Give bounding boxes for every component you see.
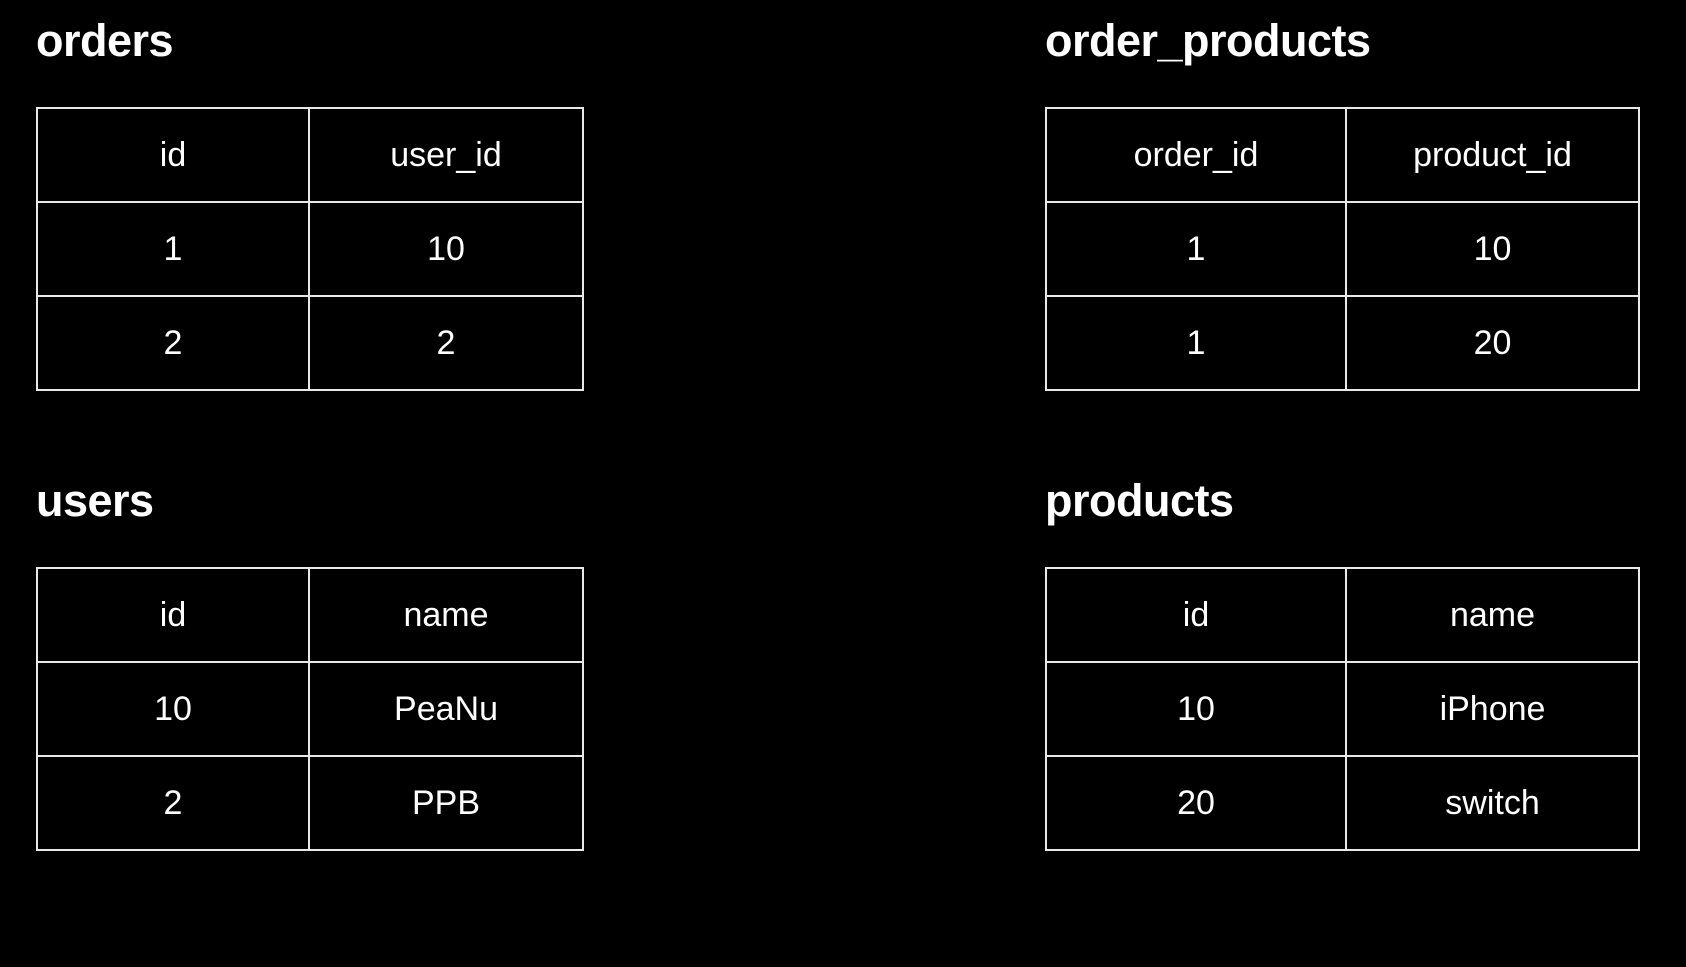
table-header-row: id user_id xyxy=(36,107,584,203)
table-block-products: products id name 10 iPhone 20 switch xyxy=(1045,478,1640,851)
table-order-products: order_id product_id 1 10 1 20 xyxy=(1045,107,1640,391)
table-row: 2 2 xyxy=(36,295,584,391)
column-header-user-id: user_id xyxy=(308,107,584,203)
table-title-order-products: order_products xyxy=(1045,15,1371,66)
slide-canvas: orders id user_id 1 10 2 2 order_product… xyxy=(0,0,1686,967)
cell-order-products-r1c1: 1 xyxy=(1045,201,1347,297)
table-users: id name 10 PeaNu 2 PPB xyxy=(36,567,584,851)
table-products: id name 10 iPhone 20 switch xyxy=(1045,567,1640,851)
cell-orders-r1c1: 1 xyxy=(36,201,310,297)
column-header-product-id: product_id xyxy=(1345,107,1640,203)
table-row: 10 iPhone xyxy=(1045,661,1640,757)
column-header-name: name xyxy=(308,567,584,663)
cell-users-r2c1: 2 xyxy=(36,755,310,851)
table-orders: id user_id 1 10 2 2 xyxy=(36,107,584,391)
table-block-order-products: order_products order_id product_id 1 10 … xyxy=(1045,18,1640,391)
table-row: 1 10 xyxy=(36,201,584,297)
cell-orders-r2c2: 2 xyxy=(308,295,584,391)
cell-products-r2c2: switch xyxy=(1345,755,1640,851)
table-row: 1 10 xyxy=(1045,201,1640,297)
table-row: 20 switch xyxy=(1045,755,1640,851)
cell-order-products-r2c2: 20 xyxy=(1345,295,1640,391)
table-row: 10 PeaNu xyxy=(36,661,584,757)
table-row: 2 PPB xyxy=(36,755,584,851)
cell-products-r1c2: iPhone xyxy=(1345,661,1640,757)
column-header-name: name xyxy=(1345,567,1640,663)
table-block-orders: orders id user_id 1 10 2 2 xyxy=(36,18,584,391)
cell-orders-r2c1: 2 xyxy=(36,295,310,391)
table-title-users: users xyxy=(36,475,154,526)
column-header-id: id xyxy=(1045,567,1347,663)
cell-users-r2c2: PPB xyxy=(308,755,584,851)
cell-order-products-r2c1: 1 xyxy=(1045,295,1347,391)
column-header-id: id xyxy=(36,567,310,663)
cell-order-products-r1c2: 10 xyxy=(1345,201,1640,297)
column-header-id: id xyxy=(36,107,310,203)
table-header-row: id name xyxy=(36,567,584,663)
table-title-products: products xyxy=(1045,475,1234,526)
cell-orders-r1c2: 10 xyxy=(308,201,584,297)
cell-products-r1c1: 10 xyxy=(1045,661,1347,757)
table-header-row: order_id product_id xyxy=(1045,107,1640,203)
column-header-order-id: order_id xyxy=(1045,107,1347,203)
cell-products-r2c1: 20 xyxy=(1045,755,1347,851)
table-header-row: id name xyxy=(1045,567,1640,663)
table-row: 1 20 xyxy=(1045,295,1640,391)
table-title-orders: orders xyxy=(36,15,174,66)
cell-users-r1c2: PeaNu xyxy=(308,661,584,757)
table-block-users: users id name 10 PeaNu 2 PPB xyxy=(36,478,584,851)
cell-users-r1c1: 10 xyxy=(36,661,310,757)
